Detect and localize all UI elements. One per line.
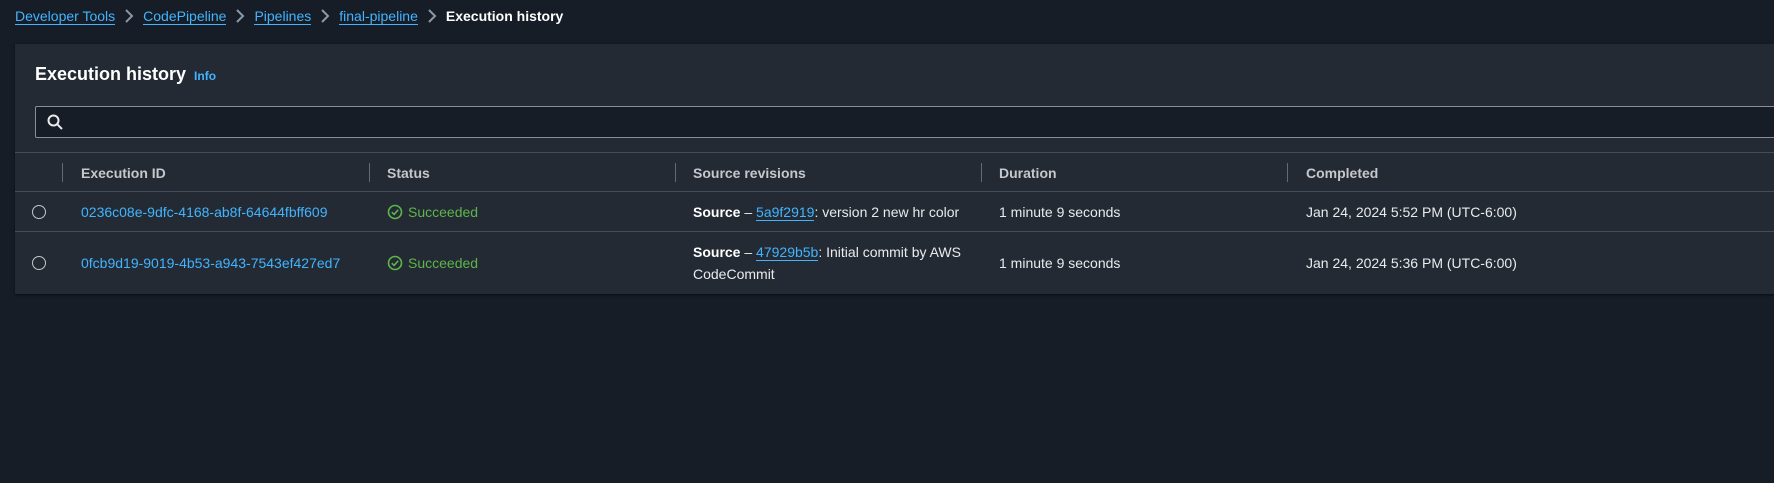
- chevron-right-icon: [418, 8, 446, 24]
- page-title: Execution history: [35, 64, 187, 84]
- execution-id-cell: 0fcb9d19-9019-4b53-a943-7543ef427ed7: [81, 232, 340, 294]
- commit-link[interactable]: 5a9f2919: [756, 203, 815, 221]
- chevron-right-icon: [311, 8, 339, 24]
- chevron-right-icon: [115, 8, 143, 24]
- column-divider: [1287, 163, 1288, 182]
- row-select-cell: [32, 232, 46, 294]
- breadcrumb: Developer Tools CodePipeline Pipelines f…: [15, 6, 563, 26]
- status-cell: Succeeded: [387, 192, 478, 231]
- source-revisions-cell: Source – 5a9f2919: version 2 new hr colo…: [693, 192, 959, 231]
- breadcrumb-final-pipeline[interactable]: final-pipeline: [339, 8, 418, 25]
- status-cell: Succeeded: [387, 232, 478, 294]
- duration-cell: 1 minute 9 seconds: [999, 255, 1121, 271]
- search-input[interactable]: [70, 108, 1774, 136]
- source-separator: –: [740, 244, 757, 260]
- source-label: Source: [693, 203, 741, 220]
- panel-header: Execution history Info: [35, 64, 216, 85]
- commit-message: : version 2 new hr color: [814, 203, 960, 220]
- status-text: Succeeded: [408, 255, 479, 271]
- search-box[interactable]: [35, 106, 1774, 138]
- status-badge: Succeeded: [387, 204, 478, 220]
- breadcrumb-pipelines[interactable]: Pipelines: [254, 8, 312, 25]
- execution-id-link[interactable]: 0236c08e-9dfc-4168-ab8f-64644fbff609: [81, 204, 328, 220]
- commit-link[interactable]: 47929b5b: [756, 244, 819, 261]
- search-icon: [40, 107, 70, 137]
- column-header-duration[interactable]: Duration: [999, 153, 1057, 192]
- status-badge: Succeeded: [387, 255, 478, 271]
- column-divider: [369, 163, 370, 182]
- source-label: Source: [693, 244, 741, 260]
- source-revision: Source – 5a9f2919: version 2 new hr colo…: [693, 201, 959, 223]
- completed-cell: Jan 24, 2024 5:52 PM (UTC-6:00): [1306, 203, 1517, 220]
- breadcrumb-developer-tools[interactable]: Developer Tools: [15, 8, 116, 25]
- execution-history-panel: Execution history Info Execution ID Stat…: [15, 44, 1774, 294]
- info-link[interactable]: Info: [194, 69, 216, 83]
- column-divider: [62, 163, 63, 182]
- column-header-completed[interactable]: Completed: [1306, 153, 1378, 192]
- table-row[interactable]: 0236c08e-9dfc-4168-ab8f-64644fbff609 Suc…: [15, 192, 1774, 232]
- executions-table: Execution ID Status Source revisions Dur…: [15, 152, 1774, 294]
- duration-cell: 1 minute 9 seconds: [999, 203, 1121, 220]
- row-select-radio[interactable]: [32, 204, 46, 219]
- execution-id-link[interactable]: 0fcb9d19-9019-4b53-a943-7543ef427ed7: [81, 255, 340, 271]
- source-separator: –: [740, 203, 757, 220]
- column-header-execution-id[interactable]: Execution ID: [81, 153, 166, 192]
- breadcrumb-codepipeline[interactable]: CodePipeline: [143, 8, 227, 25]
- source-revision: Source – 47929b5b: Initial commit by AWS…: [693, 241, 973, 285]
- column-divider: [675, 163, 676, 182]
- table-row[interactable]: 0fcb9d19-9019-4b53-a943-7543ef427ed7 Suc…: [15, 232, 1774, 294]
- source-revisions-cell: Source – 47929b5b: Initial commit by AWS…: [693, 232, 973, 294]
- execution-id-cell: 0236c08e-9dfc-4168-ab8f-64644fbff609: [81, 192, 328, 231]
- row-select-cell: [32, 192, 46, 231]
- column-divider: [981, 163, 982, 182]
- column-header-status[interactable]: Status: [387, 153, 430, 192]
- success-check-icon: [387, 204, 403, 219]
- success-check-icon: [387, 255, 403, 271]
- breadcrumb-current: Execution history: [445, 8, 564, 24]
- table-header: Execution ID Status Source revisions Dur…: [15, 152, 1774, 192]
- completed-cell: Jan 24, 2024 5:36 PM (UTC-6:00): [1306, 255, 1517, 271]
- status-text: Succeeded: [408, 203, 479, 220]
- chevron-right-icon: [226, 8, 254, 24]
- column-header-source-revisions[interactable]: Source revisions: [693, 153, 806, 192]
- row-select-radio[interactable]: [32, 256, 46, 270]
